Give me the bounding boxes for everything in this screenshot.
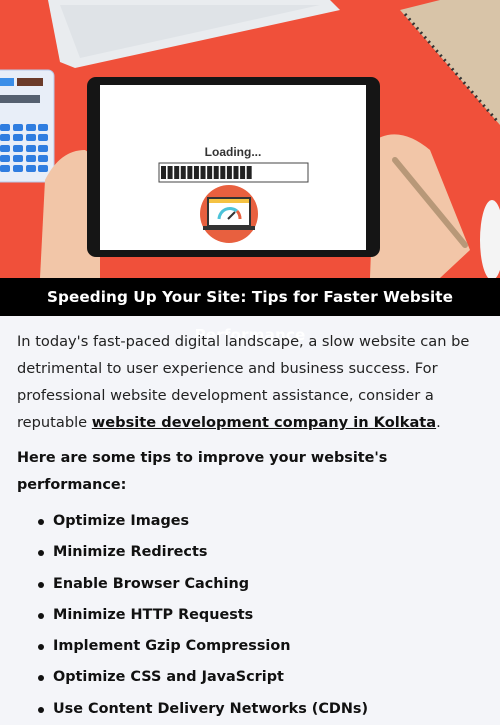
list-item: Minimize HTTP Requests bbox=[17, 600, 487, 631]
tip-label: Implement Gzip Compression bbox=[53, 638, 291, 655]
bullet-icon bbox=[38, 706, 44, 713]
list-item: Implement Gzip Compression bbox=[17, 631, 487, 662]
article-body: In today's fast-paced digital landscape,… bbox=[17, 328, 487, 725]
banner-title: Speeding Up Your Site: Tips for Faster W… bbox=[0, 278, 500, 344]
tip-label: Optimize CSS and JavaScript bbox=[53, 669, 284, 686]
bullet-icon bbox=[38, 550, 44, 557]
progress-segment bbox=[220, 166, 226, 179]
progress-segment bbox=[240, 166, 246, 179]
list-item: Optimize CSS and JavaScript bbox=[17, 662, 487, 693]
progress-segment bbox=[174, 166, 180, 179]
progress-segment bbox=[193, 166, 199, 179]
loading-text: Loading... bbox=[205, 145, 262, 159]
bullet-icon bbox=[38, 644, 44, 651]
tips-heading: Here are some tips to improve your websi… bbox=[17, 450, 388, 493]
bullet-icon bbox=[38, 675, 44, 682]
list-item: Use Content Delivery Networks (CDNs) bbox=[17, 694, 487, 725]
list-item: Enable Browser Caching bbox=[17, 569, 487, 600]
progress-segment bbox=[207, 166, 213, 179]
progress-segment bbox=[167, 166, 173, 179]
company-link[interactable]: website development company in Kolkata bbox=[92, 414, 436, 431]
list-item: Minimize Redirects bbox=[17, 537, 487, 568]
hero-photo: Loading... bbox=[0, 0, 500, 278]
tip-label: Enable Browser Caching bbox=[53, 575, 249, 592]
progress-segment bbox=[233, 166, 239, 179]
intro-end: . bbox=[436, 414, 441, 431]
tip-label: Minimize HTTP Requests bbox=[53, 606, 254, 623]
bullet-icon bbox=[38, 581, 44, 588]
list-item: Optimize Images bbox=[17, 506, 487, 537]
progress-segment bbox=[213, 166, 219, 179]
intro-paragraph: In today's fast-paced digital landscape,… bbox=[17, 328, 487, 436]
tip-label: Minimize Redirects bbox=[53, 544, 208, 561]
calculator-image bbox=[0, 69, 55, 183]
tip-label: Use Content Delivery Networks (CDNs) bbox=[53, 700, 369, 717]
progress-segment bbox=[246, 166, 252, 179]
tips-list: Optimize Images Minimize Redirects Enabl… bbox=[17, 506, 487, 725]
progress-segment bbox=[200, 166, 206, 179]
tip-label: Optimize Images bbox=[53, 513, 190, 529]
progress-segment bbox=[226, 166, 232, 179]
hero-illustration: Loading... bbox=[0, 0, 500, 278]
progress-segment bbox=[180, 166, 186, 179]
bullet-icon bbox=[38, 519, 44, 525]
bullet-icon bbox=[38, 612, 44, 619]
progress-segment bbox=[187, 166, 193, 179]
progress-segment bbox=[161, 166, 166, 179]
